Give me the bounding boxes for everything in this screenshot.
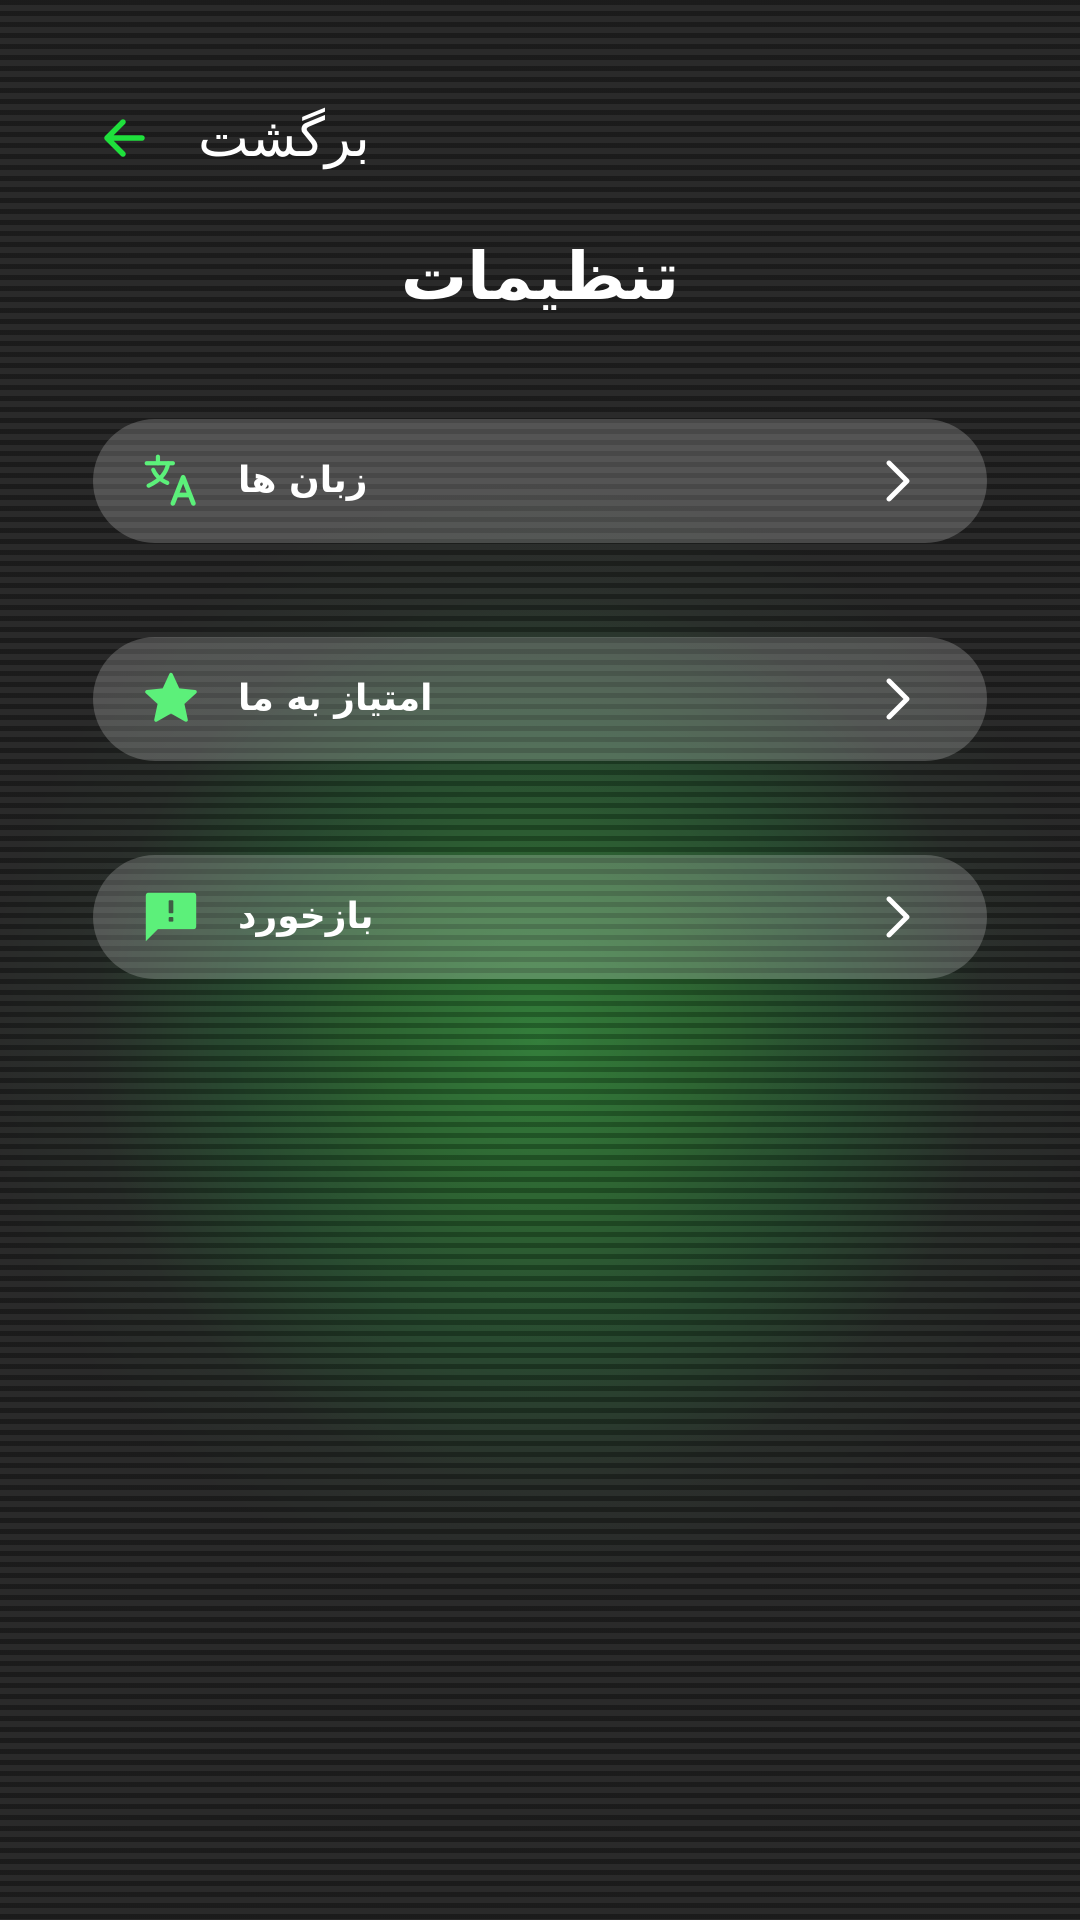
menu-item-feedback[interactable]: بازخورد: [93, 855, 987, 979]
back-button[interactable]: برگشت: [96, 98, 370, 178]
settings-screen: برگشت تنظیمات زبان ها امتیاز به ما بازخو…: [0, 0, 1080, 1920]
chevron-right-icon: [873, 893, 921, 941]
chevron-right-icon: [873, 675, 921, 723]
page-title: تنظیمات: [400, 238, 680, 315]
menu-item-label: بازخورد: [238, 896, 374, 937]
feedback-icon: [143, 889, 199, 945]
star-icon: [143, 671, 199, 727]
chevron-right-icon: [873, 457, 921, 505]
menu-item-label: امتیاز به ما: [238, 678, 433, 719]
menu-item-languages[interactable]: زبان ها: [93, 419, 987, 543]
translate-icon: [143, 453, 199, 509]
back-label: برگشت: [198, 106, 370, 169]
menu-item-rate-us[interactable]: امتیاز به ما: [93, 637, 987, 761]
arrow-left-icon: [96, 110, 152, 166]
menu-item-label: زبان ها: [238, 460, 368, 501]
